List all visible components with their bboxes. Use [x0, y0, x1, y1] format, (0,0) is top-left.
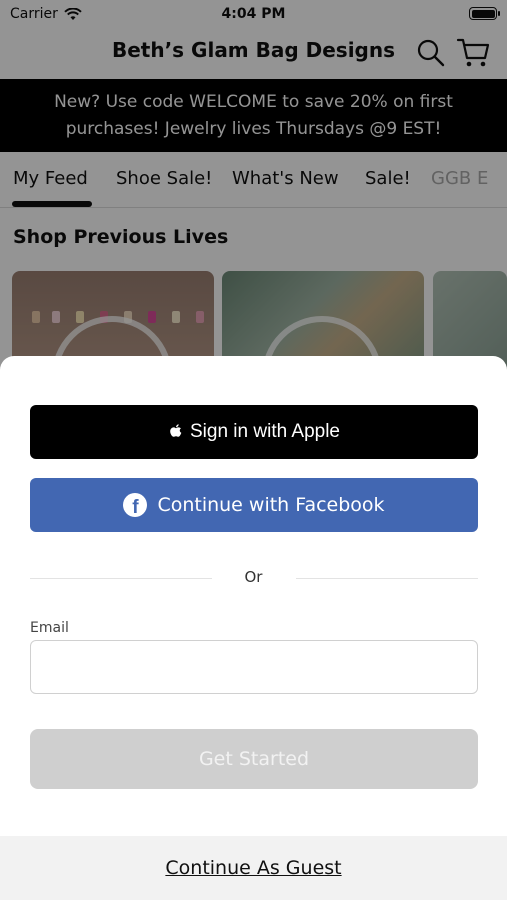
get-started-button[interactable]: Get Started — [30, 729, 478, 789]
continue-as-guest-link[interactable]: Continue As Guest — [0, 857, 507, 879]
guest-bar: Continue As Guest — [0, 836, 507, 900]
sign-in-with-apple-button[interactable]: Sign in with Apple — [30, 405, 478, 459]
apple-button-label: Sign in with Apple — [190, 421, 340, 442]
email-label: Email — [30, 620, 69, 636]
continue-with-facebook-button[interactable]: f Continue with Facebook — [30, 478, 478, 532]
apple-icon — [170, 424, 182, 437]
divider-right — [296, 578, 478, 579]
sign-in-sheet: Sign in with Apple f Continue with Faceb… — [0, 356, 507, 900]
or-separator: Or — [244, 568, 263, 586]
facebook-icon: f — [123, 493, 148, 517]
facebook-button-label: Continue with Facebook — [157, 494, 385, 516]
email-field[interactable] — [30, 640, 478, 694]
